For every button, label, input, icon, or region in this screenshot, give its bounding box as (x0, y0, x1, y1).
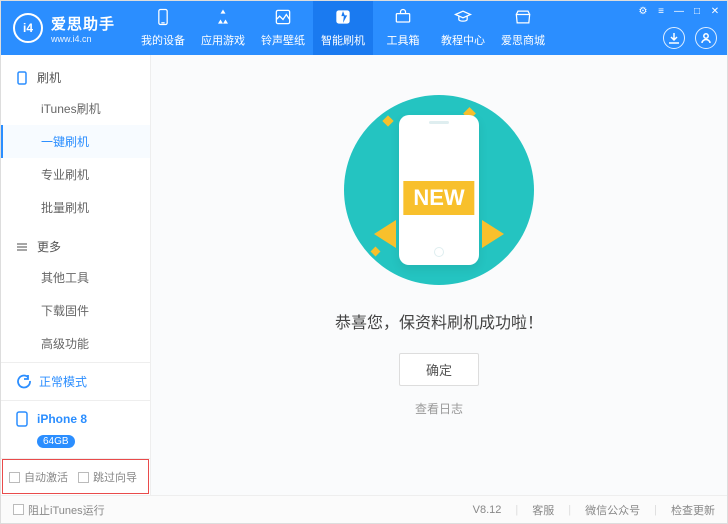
maximize-icon[interactable]: □ (691, 5, 703, 17)
tab-label: 铃声壁纸 (261, 32, 305, 48)
status-bar: 阻止iTunes运行 V8.12 | 客服 | 微信公众号 | 检查更新 (1, 495, 727, 523)
settings-icon[interactable]: ⚙ (637, 5, 649, 17)
device-name: iPhone 8 (37, 412, 87, 426)
menu-icon[interactable]: ≡ (655, 5, 667, 17)
sidebar-section-flash[interactable]: 刷机 (1, 63, 150, 92)
sidebar-mode-status[interactable]: 正常模式 (1, 362, 150, 400)
sidebar-item-itunes-flash[interactable]: iTunes刷机 (1, 92, 150, 125)
separator: | (568, 504, 571, 516)
update-link[interactable]: 检查更新 (671, 502, 715, 518)
tab-mydevice[interactable]: 我的设备 (133, 1, 193, 55)
download-icon[interactable] (663, 27, 685, 49)
success-message: 恭喜您，保资料刷机成功啦！ (335, 309, 543, 333)
sidebar-item-oneclick-flash[interactable]: 一键刷机 (1, 125, 150, 158)
check-label: 自动激活 (24, 469, 68, 485)
apps-icon (213, 9, 233, 29)
skip-setup-checkbox[interactable]: 跳过向导 (78, 469, 137, 485)
sidebar-item-advanced[interactable]: 高级功能 (1, 327, 150, 360)
app-logo: i4 (13, 13, 43, 43)
logo-area: i4 爱思助手 www.i4.cn (13, 13, 115, 44)
phone-icon (153, 9, 173, 29)
sidebar-section-more[interactable]: 更多 (1, 232, 150, 261)
tab-label: 我的设备 (141, 32, 185, 48)
tab-tutorials[interactable]: 教程中心 (433, 1, 493, 55)
app-header: i4 爱思助手 www.i4.cn 我的设备 应用游戏 铃声壁纸 智能刷机 (1, 1, 727, 55)
brand-url: www.i4.cn (51, 34, 115, 44)
sidebar-options-row: 自动激活 跳过向导 (1, 458, 150, 495)
tab-label: 应用游戏 (201, 32, 245, 48)
tutorial-icon (453, 9, 473, 29)
success-illustration: NEW (344, 95, 534, 285)
mode-label: 正常模式 (39, 373, 87, 390)
storage-badge: 64GB (37, 435, 75, 448)
flash-section-icon (15, 71, 29, 85)
sidebar-device[interactable]: iPhone 8 64GB (1, 400, 150, 458)
close-icon[interactable]: ✕ (709, 5, 721, 17)
tab-apps[interactable]: 应用游戏 (193, 1, 253, 55)
check-label: 跳过向导 (93, 469, 137, 485)
section-title: 刷机 (37, 69, 61, 86)
wechat-link[interactable]: 微信公众号 (585, 502, 640, 518)
block-itunes-checkbox[interactable]: 阻止iTunes运行 (13, 502, 105, 518)
view-log-link[interactable]: 查看日志 (415, 400, 463, 417)
tab-flash[interactable]: 智能刷机 (313, 1, 373, 55)
separator: | (654, 504, 657, 516)
version-label: V8.12 (473, 504, 502, 516)
window-controls: ⚙ ≡ — □ ✕ (637, 5, 721, 17)
sidebar: 刷机 iTunes刷机 一键刷机 专业刷机 批量刷机 更多 其他工具 下载固件 … (1, 55, 151, 495)
sidebar-item-pro-flash[interactable]: 专业刷机 (1, 158, 150, 191)
shop-icon (513, 9, 533, 29)
support-link[interactable]: 客服 (532, 502, 554, 518)
sidebar-item-download-firmware[interactable]: 下载固件 (1, 294, 150, 327)
section-title: 更多 (37, 238, 61, 255)
auto-activate-checkbox[interactable]: 自动激活 (9, 469, 68, 485)
more-section-icon (15, 240, 29, 254)
confirm-button[interactable]: 确定 (399, 353, 479, 386)
tab-label: 智能刷机 (321, 32, 365, 48)
new-ribbon: NEW (403, 181, 474, 215)
separator: | (515, 504, 518, 516)
toolbox-icon (393, 9, 413, 29)
sidebar-item-other-tools[interactable]: 其他工具 (1, 261, 150, 294)
flash-icon (333, 9, 353, 29)
minimize-icon[interactable]: — (673, 5, 685, 17)
device-icon (15, 411, 29, 427)
brand-title: 爱思助手 (51, 13, 115, 34)
main-content: NEW 恭喜您，保资料刷机成功啦！ 确定 查看日志 (151, 55, 727, 495)
tab-shop[interactable]: 爱思商城 (493, 1, 553, 55)
tab-label: 教程中心 (441, 32, 485, 48)
tab-toolbox[interactable]: 工具箱 (373, 1, 433, 55)
sidebar-item-batch-flash[interactable]: 批量刷机 (1, 191, 150, 224)
user-icon[interactable] (695, 27, 717, 49)
refresh-icon (15, 374, 31, 390)
check-label: 阻止iTunes运行 (28, 502, 105, 518)
tab-label: 工具箱 (387, 32, 420, 48)
tab-ringtones[interactable]: 铃声壁纸 (253, 1, 313, 55)
wallpaper-icon (273, 9, 293, 29)
top-tabs: 我的设备 应用游戏 铃声壁纸 智能刷机 工具箱 教程中心 (133, 1, 553, 55)
tab-label: 爱思商城 (501, 32, 545, 48)
